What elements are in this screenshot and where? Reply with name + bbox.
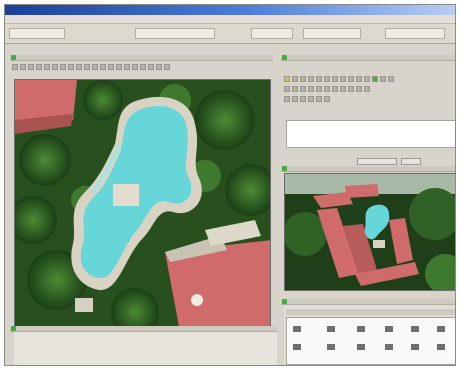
zoom-in-icon[interactable]: [12, 64, 18, 70]
search-tool-icon[interactable]: [308, 96, 314, 102]
info-icon[interactable]: [92, 64, 98, 70]
attribute-grid[interactable]: [286, 317, 455, 365]
delete-tool-icon[interactable]: [356, 76, 362, 82]
close-button[interactable]: [401, 158, 421, 165]
apply-button[interactable]: [357, 158, 397, 165]
location-field[interactable]: [135, 28, 215, 39]
grid-cell-icon[interactable]: [293, 344, 301, 350]
link-tool-icon[interactable]: [324, 96, 330, 102]
merge-tool-icon[interactable]: [324, 86, 330, 92]
buffer-tool-icon[interactable]: [300, 86, 306, 92]
grid-icon[interactable]: [116, 64, 122, 70]
fit-icon[interactable]: [108, 64, 114, 70]
measure-icon[interactable]: [44, 64, 50, 70]
grid-cell-icon[interactable]: [327, 344, 335, 350]
circle-tool-icon[interactable]: [316, 76, 322, 82]
paste-tool-icon[interactable]: [348, 76, 354, 82]
report-tool-icon[interactable]: [300, 96, 306, 102]
location-field[interactable]: [303, 28, 361, 39]
grid-cell-icon[interactable]: [385, 326, 393, 332]
polygon-tool-icon[interactable]: [284, 76, 290, 82]
snap-tool-icon[interactable]: [364, 76, 370, 82]
layer-icon[interactable]: [52, 64, 58, 70]
query-tool-icon[interactable]: [284, 86, 290, 92]
attribute-tool-icon[interactable]: [388, 76, 394, 82]
thumbnail-title: [281, 166, 455, 172]
property-row: [289, 142, 453, 147]
point-tool-icon[interactable]: [300, 76, 306, 82]
draw-icon[interactable]: [60, 64, 66, 70]
grid-cell-icon[interactable]: [437, 344, 445, 350]
redo-icon[interactable]: [148, 64, 154, 70]
save-icon[interactable]: [76, 64, 82, 70]
filter-tool-icon[interactable]: [292, 86, 298, 92]
text-tool-icon[interactable]: [324, 76, 330, 82]
panel-status-dot: [11, 55, 16, 60]
panel-status-dot: [282, 55, 287, 60]
rectangle-tool-icon[interactable]: [308, 76, 314, 82]
tab-attributes[interactable]: [286, 309, 455, 315]
rotate-icon[interactable]: [132, 64, 138, 70]
symbol-tool-icon[interactable]: [348, 86, 354, 92]
location-bar: [5, 24, 455, 44]
main-map-title: [10, 55, 273, 61]
import-tool-icon[interactable]: [364, 86, 370, 92]
aerial-map-view[interactable]: [14, 79, 271, 331]
tool-palette-row-2: [284, 85, 370, 93]
tools-panel-title: [281, 55, 455, 61]
table-tool-icon[interactable]: [284, 96, 290, 102]
location-field[interactable]: [251, 28, 293, 39]
refresh-icon[interactable]: [100, 64, 106, 70]
app-window: [4, 4, 456, 366]
tool-palette-row-1: [284, 75, 394, 83]
color-tool-icon[interactable]: [372, 76, 378, 82]
split-tool-icon[interactable]: [316, 86, 322, 92]
pan-icon[interactable]: [28, 64, 34, 70]
erase-icon[interactable]: [68, 64, 74, 70]
panel-status-dot: [282, 299, 287, 304]
style-tool-icon[interactable]: [380, 76, 386, 82]
panel-status-dot: [11, 326, 16, 331]
help-icon[interactable]: [164, 64, 170, 70]
line-tool-icon[interactable]: [292, 76, 298, 82]
attributes-panel: [284, 305, 455, 365]
copy-tool-icon[interactable]: [340, 76, 346, 82]
grid-cell-icon[interactable]: [411, 326, 419, 332]
title-bar[interactable]: [5, 5, 455, 15]
clip-tool-icon[interactable]: [332, 86, 338, 92]
grid-cell-icon[interactable]: [411, 344, 419, 350]
tool-palette-row-3: [284, 95, 330, 103]
zoom-out-icon[interactable]: [20, 64, 26, 70]
location-field[interactable]: [385, 28, 445, 39]
union-tool-icon[interactable]: [308, 86, 314, 92]
overview-image: [285, 174, 455, 290]
panel-status-dot: [282, 166, 287, 171]
overview-map[interactable]: [284, 173, 455, 291]
grid-cell-icon[interactable]: [293, 326, 301, 332]
aerial-image: [15, 80, 270, 330]
grid-cell-icon[interactable]: [357, 326, 365, 332]
chart-tool-icon[interactable]: [292, 96, 298, 102]
select-icon[interactable]: [36, 64, 42, 70]
camera-icon[interactable]: [124, 64, 130, 70]
log-panel: [14, 332, 277, 365]
move-tool-icon[interactable]: [332, 76, 338, 82]
undo-icon[interactable]: [140, 64, 146, 70]
grid-cell-icon[interactable]: [437, 326, 445, 332]
location-field[interactable]: [9, 28, 65, 39]
print-icon[interactable]: [84, 64, 90, 70]
grid-cell-icon[interactable]: [357, 344, 365, 350]
export-tool-icon[interactable]: [356, 86, 362, 92]
bookmark-tool-icon[interactable]: [316, 96, 322, 102]
map-toolbar: [12, 63, 170, 71]
menu-bar: [5, 15, 455, 24]
grid-cell-icon[interactable]: [327, 326, 335, 332]
properties-list[interactable]: [286, 120, 455, 148]
label-tool-icon[interactable]: [340, 86, 346, 92]
settings-icon[interactable]: [156, 64, 162, 70]
grid-cell-icon[interactable]: [385, 344, 393, 350]
